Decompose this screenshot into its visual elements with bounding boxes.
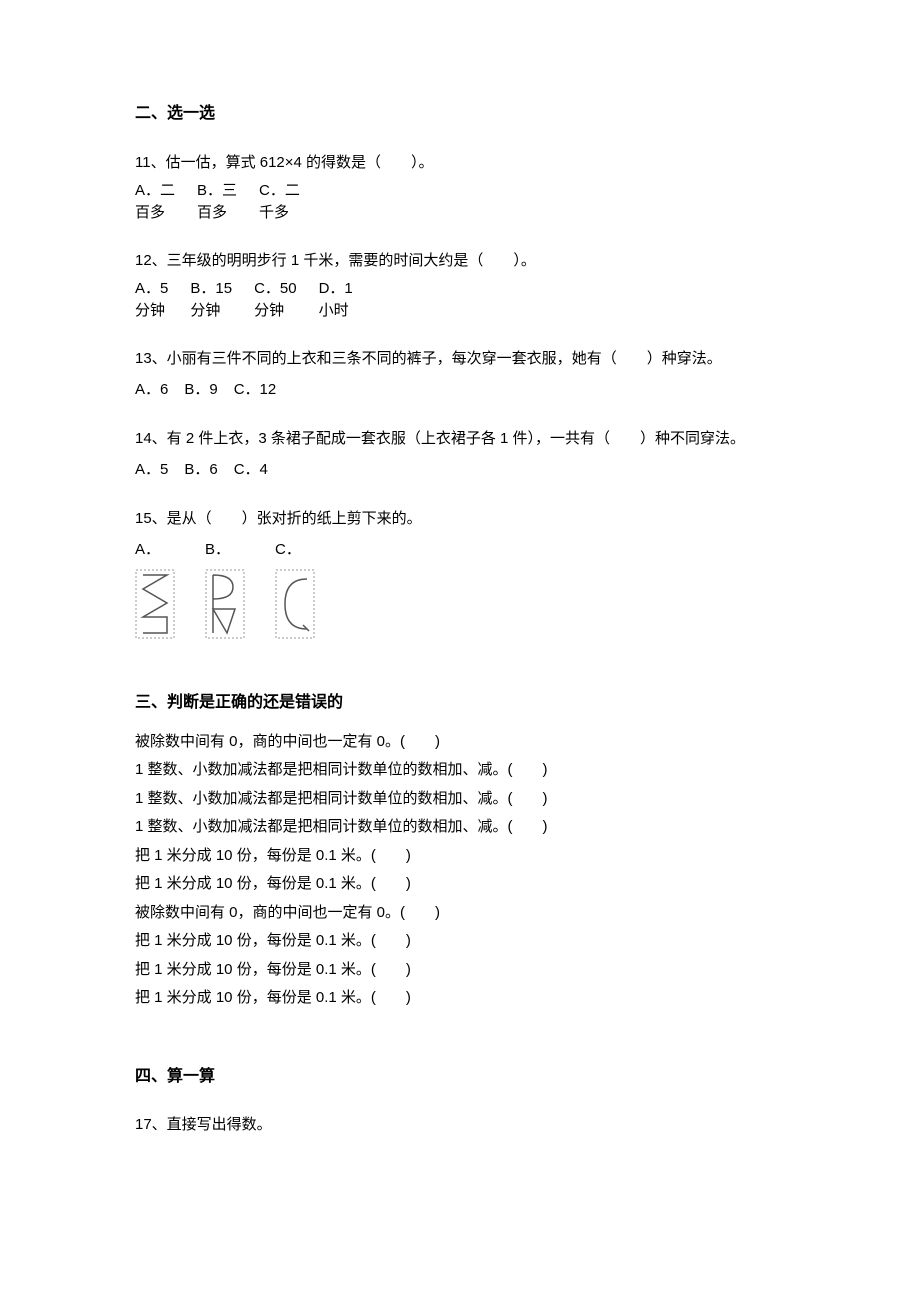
question-11: 11、估一估，算式 612×4 的得数是（ ）。 A．二 百多 B．三 百多 C… [135,149,785,225]
judge-item: 把 1 米分成 10 份，每份是 0.1 米。( ) [135,956,785,985]
section-3-heading: 三、判断是正确的还是错误的 [135,689,785,718]
option-sub: 千多 [259,202,289,225]
option-label: C．50 [254,278,297,301]
fold-shape-c-icon [275,569,315,639]
question-14: 14、有 2 件上衣，3 条裙子配成一套衣服（上衣裙子各 1 件），一共有（ ）… [135,425,785,483]
question-17: 17、直接写出得数。 [135,1111,785,1138]
question-11-text: 11、估一估，算式 612×4 的得数是（ ）。 [135,149,785,176]
option-15-b: B． [205,536,245,639]
option-15-a: A． [135,536,175,639]
option-11-b: B．三 百多 [197,180,237,225]
option-label: C． [275,536,301,563]
option-15-c: C． [275,536,315,639]
option-sub: 小时 [319,300,349,323]
option-label: B．三 [197,180,237,203]
question-15: 15、是从（ ）张对折的纸上剪下来的。 A． B． C． [135,505,785,639]
judge-item: 被除数中间有 0，商的中间也一定有 0。( ) [135,899,785,928]
option-12-a: A．5 分钟 [135,278,168,323]
option-label: A． [135,536,160,563]
option-label: A．5 [135,278,168,301]
fold-shape-a-icon [135,569,175,639]
judge-item: 1 整数、小数加减法都是把相同计数单位的数相加、减。( ) [135,756,785,785]
judge-item: 把 1 米分成 10 份，每份是 0.1 米。( ) [135,870,785,899]
option-sub: 分钟 [254,300,284,323]
question-12-text: 12、三年级的明明步行 1 千米，需要的时间大约是（ ）。 [135,247,785,274]
option-14-a: A．5 [135,456,168,483]
page-content: 二、选一选 11、估一估，算式 612×4 的得数是（ ）。 A．二 百多 B．… [0,0,920,1240]
judge-item: 1 整数、小数加减法都是把相同计数单位的数相加、减。( ) [135,785,785,814]
option-11-c: C．二 千多 [259,180,300,225]
judge-item: 把 1 米分成 10 份，每份是 0.1 米。( ) [135,927,785,956]
question-11-options: A．二 百多 B．三 百多 C．二 千多 [135,180,785,225]
section-2-heading: 二、选一选 [135,100,785,129]
question-15-options: A． B． C． [135,536,785,639]
option-sub: 百多 [197,202,227,225]
option-label: C．二 [259,180,300,203]
judge-item: 把 1 米分成 10 份，每份是 0.1 米。( ) [135,842,785,871]
question-15-text: 15、是从（ ）张对折的纸上剪下来的。 [135,505,785,532]
option-13-a: A．6 [135,376,168,403]
judge-item: 把 1 米分成 10 份，每份是 0.1 米。( ) [135,984,785,1013]
option-sub: 分钟 [190,300,220,323]
fold-shape-b-icon [205,569,245,639]
option-sub: 分钟 [135,300,165,323]
question-13-text: 13、小丽有三件不同的上衣和三条不同的裤子，每次穿一套衣服，她有（ ）种穿法。 [135,345,785,372]
option-11-a: A．二 百多 [135,180,175,225]
option-13-b: B．9 [184,376,217,403]
judge-list: 被除数中间有 0，商的中间也一定有 0。( ) 1 整数、小数加减法都是把相同计… [135,728,785,1013]
option-12-d: D．1 小时 [319,278,353,323]
judge-item: 被除数中间有 0，商的中间也一定有 0。( ) [135,728,785,757]
question-12-options: A．5 分钟 B．15 分钟 C．50 分钟 D．1 小时 [135,278,785,323]
option-label: B．15 [190,278,232,301]
section-4-heading: 四、算一算 [135,1063,785,1092]
option-label: A．二 [135,180,175,203]
option-14-b: B．6 [184,456,217,483]
judge-item: 1 整数、小数加减法都是把相同计数单位的数相加、减。( ) [135,813,785,842]
option-sub: 百多 [135,202,165,225]
option-13-c: C．12 [234,376,277,403]
option-14-c: C．4 [234,456,268,483]
option-12-b: B．15 分钟 [190,278,232,323]
question-13-options: A．6 B．9 C．12 [135,376,785,403]
question-17-text: 17、直接写出得数。 [135,1111,785,1138]
option-label: D．1 [319,278,353,301]
option-label: B． [205,536,230,563]
option-12-c: C．50 分钟 [254,278,297,323]
question-12: 12、三年级的明明步行 1 千米，需要的时间大约是（ ）。 A．5 分钟 B．1… [135,247,785,323]
question-14-text: 14、有 2 件上衣，3 条裙子配成一套衣服（上衣裙子各 1 件），一共有（ ）… [135,425,785,452]
question-13: 13、小丽有三件不同的上衣和三条不同的裤子，每次穿一套衣服，她有（ ）种穿法。 … [135,345,785,403]
question-14-options: A．5 B．6 C．4 [135,456,785,483]
